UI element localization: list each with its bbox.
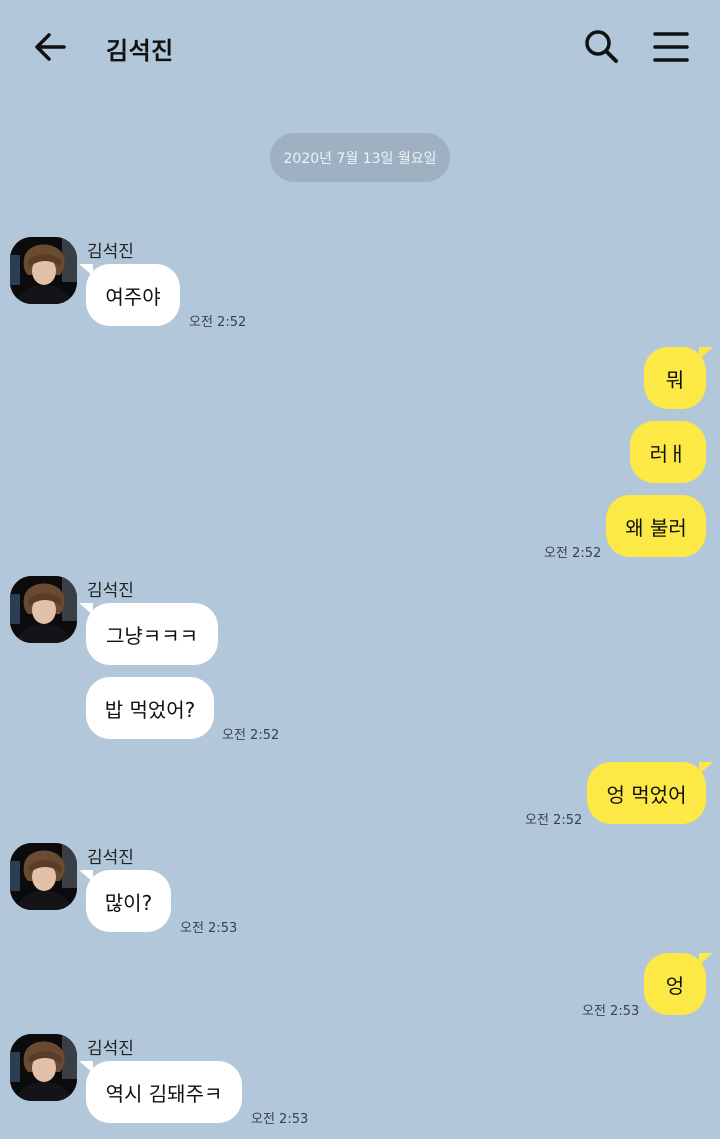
menu-icon [653, 32, 689, 62]
sender-name: 김석진 [87, 242, 134, 262]
message-bubble-incoming[interactable]: 그냥ㅋㅋㅋ [79, 603, 218, 665]
message-text: 러ㅐ [649, 441, 687, 466]
search-icon [585, 30, 618, 63]
message-bubble-incoming[interactable]: 많이? [79, 870, 171, 932]
avatar[interactable] [10, 237, 77, 304]
message-time: 오전 2:53 [251, 1112, 309, 1127]
message-text: 엉 [665, 973, 685, 998]
sender-name: 김석진 [87, 848, 134, 868]
message-bubble-outgoing[interactable]: 왜 불러 [606, 495, 706, 557]
avatar[interactable] [10, 1034, 77, 1101]
message-bubble-outgoing[interactable]: 엉 [644, 953, 713, 1015]
message-text: 엉 먹었어 [606, 782, 687, 807]
message-bubble-incoming[interactable]: 여주야 [79, 264, 180, 326]
chat-header: 김석진 [0, 0, 720, 95]
message-text: 밥 먹었어? [104, 697, 196, 722]
message-time: 오전 2:52 [544, 546, 602, 561]
message-bubble-outgoing[interactable]: 러ㅐ [630, 421, 706, 483]
message-time: 오전 2:52 [189, 315, 247, 330]
message-bubble-incoming[interactable]: 역시 김돼주ㅋ [79, 1061, 242, 1123]
message-time: 오전 2:52 [525, 813, 583, 828]
message-text: 뭐 [665, 367, 685, 392]
back-button[interactable] [26, 22, 74, 70]
chat-title: 김석진 [106, 37, 174, 65]
message-text: 왜 불러 [625, 515, 687, 540]
avatar[interactable] [10, 843, 77, 910]
message-text: 여주야 [105, 284, 161, 309]
message-time: 오전 2:53 [180, 921, 238, 936]
message-bubble-incoming[interactable]: 밥 먹었어? [86, 677, 214, 739]
date-divider: 2020년 7월 13일 월요일 [270, 133, 450, 182]
sender-name: 김석진 [87, 581, 134, 601]
back-arrow-icon [35, 33, 66, 61]
search-button[interactable] [577, 22, 625, 70]
message-text: 역시 김돼주ㅋ [105, 1081, 223, 1106]
message-text: 많이? [104, 890, 153, 915]
sender-name: 김석진 [87, 1039, 134, 1059]
message-bubble-outgoing[interactable]: 뭐 [644, 347, 713, 409]
message-time: 오전 2:53 [582, 1004, 640, 1019]
avatar[interactable] [10, 576, 77, 643]
message-bubble-outgoing[interactable]: 엉 먹었어 [587, 762, 713, 824]
message-text: 그냥ㅋㅋㅋ [106, 623, 198, 648]
menu-button[interactable] [647, 22, 695, 70]
message-time: 오전 2:52 [222, 728, 280, 743]
